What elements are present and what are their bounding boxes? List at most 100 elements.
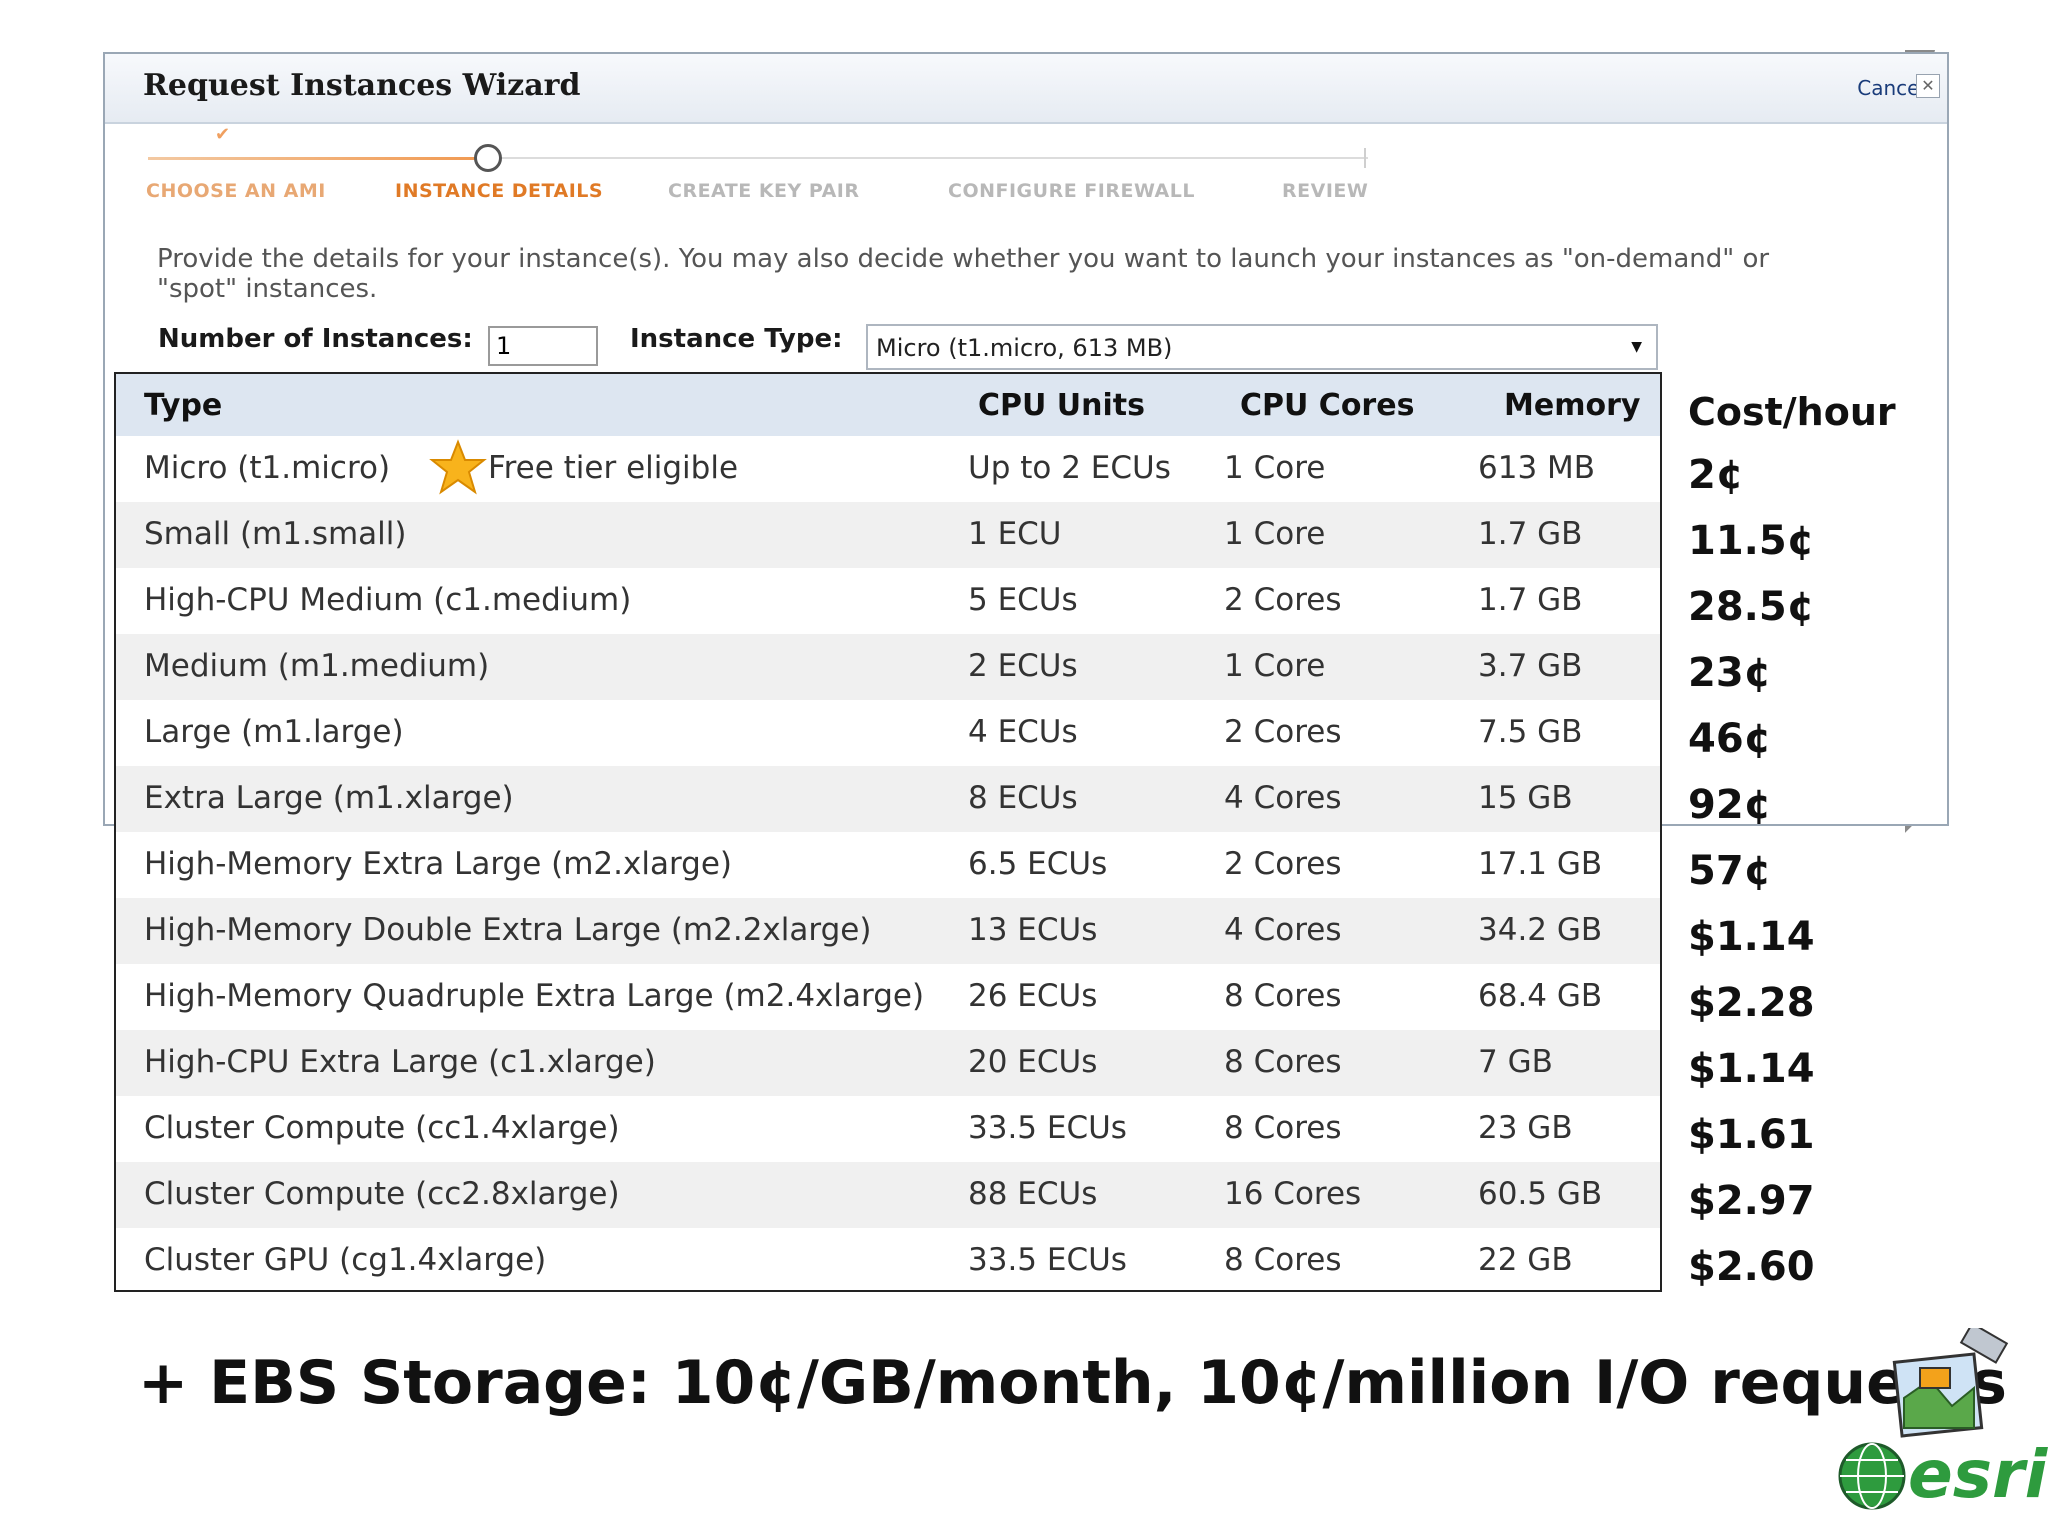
step-check-icon: ✔ <box>215 124 231 145</box>
cell-type: High-CPU Extra Large (c1.xlarge) <box>144 1044 656 1080</box>
step-instance-details[interactable]: INSTANCE DETAILS <box>395 180 603 202</box>
table-row[interactable]: Cluster Compute (cc2.8xlarge) 88 ECUs 16 C… <box>116 1162 1660 1228</box>
cell-type: Cluster GPU (cg1.4xlarge) <box>144 1242 547 1278</box>
step-track-done <box>148 157 478 160</box>
cost-value: $1.14 <box>1688 1046 1815 1092</box>
cell-type: Cluster Compute (cc2.8xlarge) <box>144 1176 620 1212</box>
step-create-key-pair: CREATE KEY PAIR <box>668 180 860 202</box>
cell-type: High-Memory Double Extra Large (m2.2xlar… <box>144 912 872 948</box>
cell-cpu-cores: 2 Cores <box>1224 714 1342 750</box>
table-row[interactable]: Large (m1.large) 4 ECUs 2 Cores 7.5 GB <box>116 700 1660 766</box>
cell-cpu-units: 4 ECUs <box>968 714 1078 750</box>
cost-header: Cost/hour <box>1688 390 1896 434</box>
cell-memory: 60.5 GB <box>1478 1176 1603 1212</box>
cell-cpu-cores: 8 Cores <box>1224 978 1342 1014</box>
cell-memory: 613 MB <box>1478 450 1596 486</box>
table-row[interactable]: High-Memory Extra Large (m2.xlarge) 6.5 E… <box>116 832 1660 898</box>
cell-cpu-cores: 1 Core <box>1224 648 1326 684</box>
cell-cpu-units: 26 ECUs <box>968 978 1098 1014</box>
current-step-indicator <box>474 144 502 172</box>
cell-cpu-units: 2 ECUs <box>968 648 1078 684</box>
cell-memory: 22 GB <box>1478 1242 1573 1278</box>
cell-cpu-cores: 8 Cores <box>1224 1242 1342 1278</box>
table-row[interactable]: Cluster Compute (cc1.4xlarge) 33.5 ECUs 8 … <box>116 1096 1660 1162</box>
cost-value: 2¢ <box>1688 452 1744 498</box>
globe-icon <box>1838 1442 1906 1510</box>
wizard-title: Request Instances Wizard <box>143 68 581 103</box>
ebs-storage-note: + EBS Storage: 10¢/GB/month, 10¢/million… <box>138 1348 2007 1418</box>
cell-cpu-units: 88 ECUs <box>968 1176 1098 1212</box>
instance-type-value: Micro (t1.micro, 613 MB) <box>876 334 1173 362</box>
cost-value: 28.5¢ <box>1688 584 1815 630</box>
cell-cpu-cores: 2 Cores <box>1224 846 1342 882</box>
cell-type: Cluster Compute (cc1.4xlarge) <box>144 1110 620 1146</box>
table-row[interactable]: Micro (t1.micro) Up to 2 ECUs 1 Core 613 MB… <box>116 436 1660 502</box>
cell-memory: 34.2 GB <box>1478 912 1603 948</box>
header-memory: Memory <box>1504 388 1641 423</box>
cell-type: Extra Large (m1.xlarge) <box>144 780 514 816</box>
free-tier-label: Free tier eligible <box>488 450 739 486</box>
cost-value: $1.14 <box>1688 914 1815 960</box>
cost-value: $2.97 <box>1688 1178 1815 1224</box>
cell-cpu-units: 33.5 ECUs <box>968 1242 1127 1278</box>
instance-type-table: Type CPU Units CPU Cores Memory Micro (t… <box>114 372 1662 1292</box>
cell-cpu-units: 6.5 ECUs <box>968 846 1108 882</box>
cell-memory: 17.1 GB <box>1478 846 1603 882</box>
cell-memory: 1.7 GB <box>1478 516 1583 552</box>
cell-cpu-units: 33.5 ECUs <box>968 1110 1127 1146</box>
cell-cpu-units: 13 ECUs <box>968 912 1098 948</box>
table-row[interactable]: Medium (m1.medium) 2 ECUs 1 Core 3.7 GB <box>116 634 1660 700</box>
instance-type-select[interactable]: Micro (t1.micro, 613 MB) ▼ <box>866 324 1658 370</box>
instance-details-description: Provide the details for your instance(s)… <box>157 244 1770 304</box>
cell-cpu-units: 20 ECUs <box>968 1044 1098 1080</box>
table-row[interactable]: High-Memory Quadruple Extra Large (m2.4x… <box>116 964 1660 1030</box>
cost-value: $2.60 <box>1688 1244 1815 1290</box>
table-row[interactable]: High-CPU Extra Large (c1.xlarge) 20 ECUs 8… <box>116 1030 1660 1096</box>
cell-memory: 7.5 GB <box>1478 714 1583 750</box>
cell-memory: 7 GB <box>1478 1044 1553 1080</box>
step-review: REVIEW <box>1282 180 1369 202</box>
cell-memory: 3.7 GB <box>1478 648 1583 684</box>
cell-cpu-units: 1 ECU <box>968 516 1062 552</box>
cell-cpu-units: 5 ECUs <box>968 582 1078 618</box>
close-icon[interactable]: ✕ <box>1916 74 1940 98</box>
cost-value: $1.61 <box>1688 1112 1815 1158</box>
number-of-instances-label: Number of Instances: <box>158 324 473 354</box>
cell-type: Medium (m1.medium) <box>144 648 490 684</box>
cost-value: 46¢ <box>1688 716 1772 762</box>
header-type: Type <box>144 388 223 423</box>
cell-memory: 15 GB <box>1478 780 1573 816</box>
table-row[interactable]: Cluster GPU (cg1.4xlarge) 33.5 ECUs 8 Core… <box>116 1228 1660 1294</box>
table-row[interactable]: Small (m1.small) 1 ECU 1 Core 1.7 GB <box>116 502 1660 568</box>
cost-value: 57¢ <box>1688 848 1772 894</box>
cell-memory: 23 GB <box>1478 1110 1573 1146</box>
cell-cpu-cores: 1 Core <box>1224 450 1326 486</box>
cost-value: 23¢ <box>1688 650 1772 696</box>
instance-type-label: Instance Type: <box>630 324 843 354</box>
cell-cpu-cores: 8 Cores <box>1224 1044 1342 1080</box>
cost-value: 92¢ <box>1688 782 1772 828</box>
table-row[interactable]: Extra Large (m1.xlarge) 8 ECUs 4 Cores 15 G… <box>116 766 1660 832</box>
cell-memory: 1.7 GB <box>1478 582 1583 618</box>
star-icon <box>429 439 487 495</box>
cell-type: High-Memory Extra Large (m2.xlarge) <box>144 846 732 882</box>
cancel-link[interactable]: Cancel <box>1857 76 1925 100</box>
cell-type: Small (m1.small) <box>144 516 407 552</box>
cell-cpu-cores: 1 Core <box>1224 516 1326 552</box>
table-row[interactable]: High-CPU Medium (c1.medium) 5 ECUs 2 Cores… <box>116 568 1660 634</box>
cell-cpu-cores: 16 Cores <box>1224 1176 1362 1212</box>
header-cpu-cores: CPU Cores <box>1240 388 1415 423</box>
cell-cpu-cores: 8 Cores <box>1224 1110 1342 1146</box>
chevron-down-icon: ▼ <box>1631 339 1642 355</box>
cell-type: Large (m1.large) <box>144 714 404 750</box>
cost-value: $2.28 <box>1688 980 1815 1026</box>
table-row[interactable]: High-Memory Double Extra Large (m2.2xlar… <box>116 898 1660 964</box>
table-header: Type CPU Units CPU Cores Memory <box>116 374 1660 436</box>
cell-cpu-units: Up to 2 ECUs <box>968 450 1171 486</box>
cell-cpu-cores: 4 Cores <box>1224 780 1342 816</box>
step-choose-ami[interactable]: CHOOSE AN AMI <box>146 180 326 202</box>
number-of-instances-input[interactable] <box>488 326 598 366</box>
wizard-header: Request Instances Wizard Cancel <box>105 54 1947 124</box>
cell-type: High-CPU Medium (c1.medium) <box>144 582 632 618</box>
step-configure-firewall: CONFIGURE FIREWALL <box>948 180 1195 202</box>
